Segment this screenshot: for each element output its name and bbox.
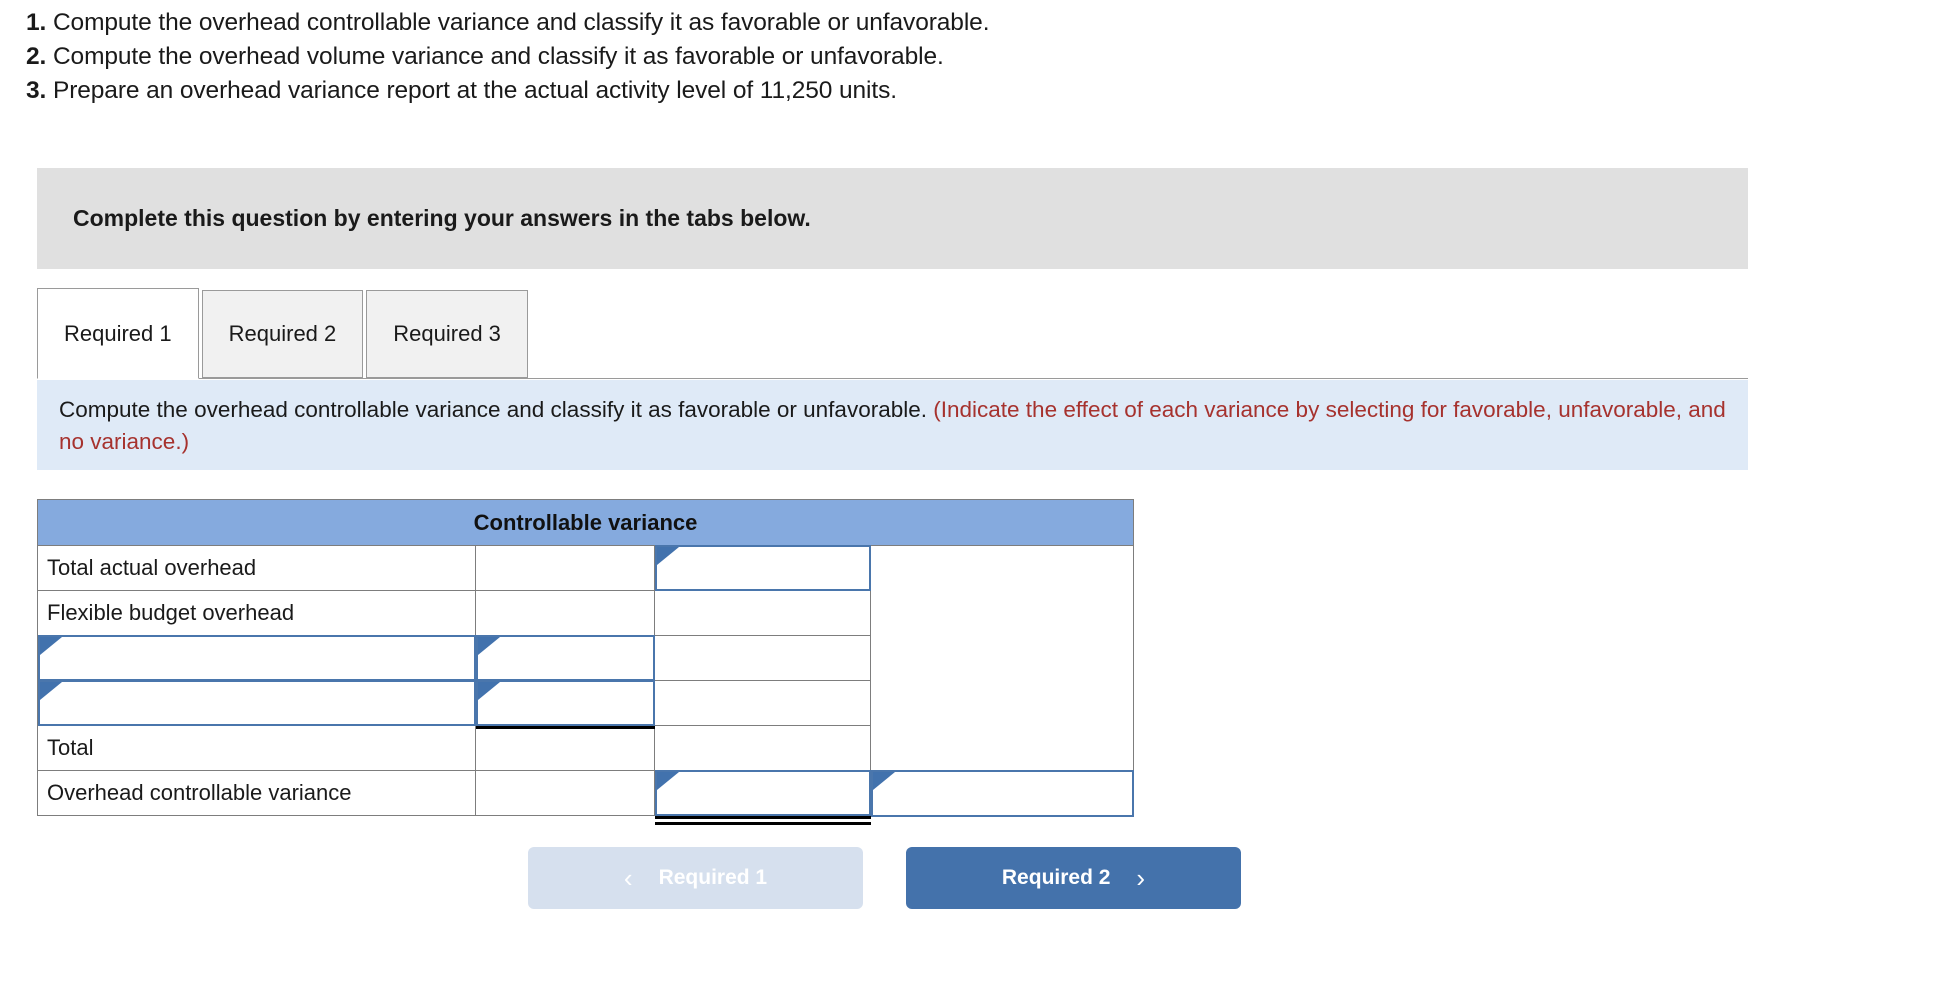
tab-label: Required 1 — [64, 320, 172, 346]
cell-value-1[interactable] — [475, 770, 655, 816]
table-row: Overhead controllable variance — [37, 769, 1134, 817]
table-row: Total actual overhead — [37, 545, 1134, 591]
table-title: Controllable variance — [37, 499, 1134, 546]
chevron-right-icon: › — [1136, 862, 1146, 893]
cell-value-2[interactable] — [654, 590, 871, 636]
cell-value-1[interactable] — [475, 725, 655, 771]
banner-text: Complete this question by entering your … — [73, 205, 811, 231]
input-overhead-controllable-variance-effect[interactable] — [871, 769, 1134, 817]
controllable-variance-table: Controllable variance Total actual overh… — [37, 499, 1134, 817]
row-label-total: Total — [37, 725, 476, 771]
next-required-button[interactable]: Required 2 › — [906, 847, 1241, 909]
row-label: Total actual overhead — [37, 545, 476, 591]
table-row: Total — [37, 725, 1134, 771]
input-item-amount-2[interactable] — [476, 680, 655, 726]
table-row — [37, 680, 1134, 726]
question-text: Compute the overhead volume variance and… — [52, 43, 944, 70]
question-number: 3. — [26, 77, 47, 104]
row-label: Overhead controllable variance — [37, 770, 476, 816]
tab-label: Required 2 — [228, 321, 337, 346]
controllable-variance-form: Controllable variance Total actual overh… — [37, 499, 1134, 817]
instruction-text: Compute the overhead controllable varian… — [59, 397, 934, 422]
cell-value-2 — [654, 545, 871, 591]
question-number: 2. — [26, 43, 47, 70]
required-tabs: Required 1 Required 2 Required 3 — [37, 285, 1748, 379]
worksheet-page: 1. Compute the overhead controllable var… — [0, 0, 1944, 984]
tab-required-1[interactable]: Required 1 — [37, 288, 199, 379]
cell-value-3 — [870, 635, 1134, 681]
input-item-label-1[interactable] — [38, 635, 476, 681]
row-label: Flexible budget overhead — [37, 590, 476, 636]
input-total-actual-overhead[interactable] — [655, 545, 871, 591]
table-row: Flexible budget overhead — [37, 590, 1134, 636]
prev-button-label: Required 1 — [658, 866, 768, 889]
row-label-input-cell — [37, 680, 476, 726]
tab-navigation: ‹ Required 1 Required 2 › — [528, 847, 1248, 909]
instruction-panel: Compute the overhead controllable varian… — [37, 380, 1748, 470]
tab-label: Required 3 — [393, 321, 501, 346]
cell-value-1[interactable] — [475, 545, 655, 591]
question-text: Compute the overhead controllable varian… — [52, 9, 990, 36]
table-header-row: Controllable variance — [37, 499, 1134, 546]
row-label-input-cell — [37, 635, 476, 681]
table-row — [37, 635, 1134, 681]
complete-question-banner: Complete this question by entering your … — [37, 168, 1748, 269]
tab-required-2[interactable]: Required 2 — [201, 290, 364, 378]
question-item: 1. Compute the overhead controllable var… — [26, 6, 1626, 40]
cell-value-1[interactable] — [475, 590, 655, 636]
question-text: Prepare an overhead variance report at t… — [52, 77, 897, 104]
question-item: 3. Prepare an overhead variance report a… — [26, 74, 1626, 108]
cell-value-3 — [870, 590, 1134, 636]
cell-value-1 — [475, 635, 655, 681]
cell-value-2[interactable] — [654, 725, 871, 771]
input-overhead-controllable-variance-amount[interactable] — [655, 770, 871, 816]
cell-value-3 — [870, 545, 1134, 591]
next-button-label: Required 2 — [1001, 866, 1111, 889]
question-item: 2. Compute the overhead volume variance … — [26, 40, 1626, 74]
cell-value-2[interactable] — [654, 680, 871, 726]
cell-value-1 — [475, 680, 655, 726]
question-list: 1. Compute the overhead controllable var… — [26, 6, 1626, 108]
input-item-label-2[interactable] — [38, 680, 476, 726]
cell-value-3 — [870, 769, 1134, 817]
cell-value-2[interactable] — [654, 635, 871, 681]
chevron-left-icon: ‹ — [623, 862, 633, 893]
cell-value-3 — [870, 680, 1134, 726]
question-number: 1. — [26, 9, 47, 36]
cell-value-3 — [870, 725, 1134, 771]
input-item-amount-1[interactable] — [476, 635, 655, 681]
prev-required-button[interactable]: ‹ Required 1 — [528, 847, 863, 909]
tab-required-3[interactable]: Required 3 — [366, 290, 528, 378]
cell-value-2 — [654, 770, 871, 816]
